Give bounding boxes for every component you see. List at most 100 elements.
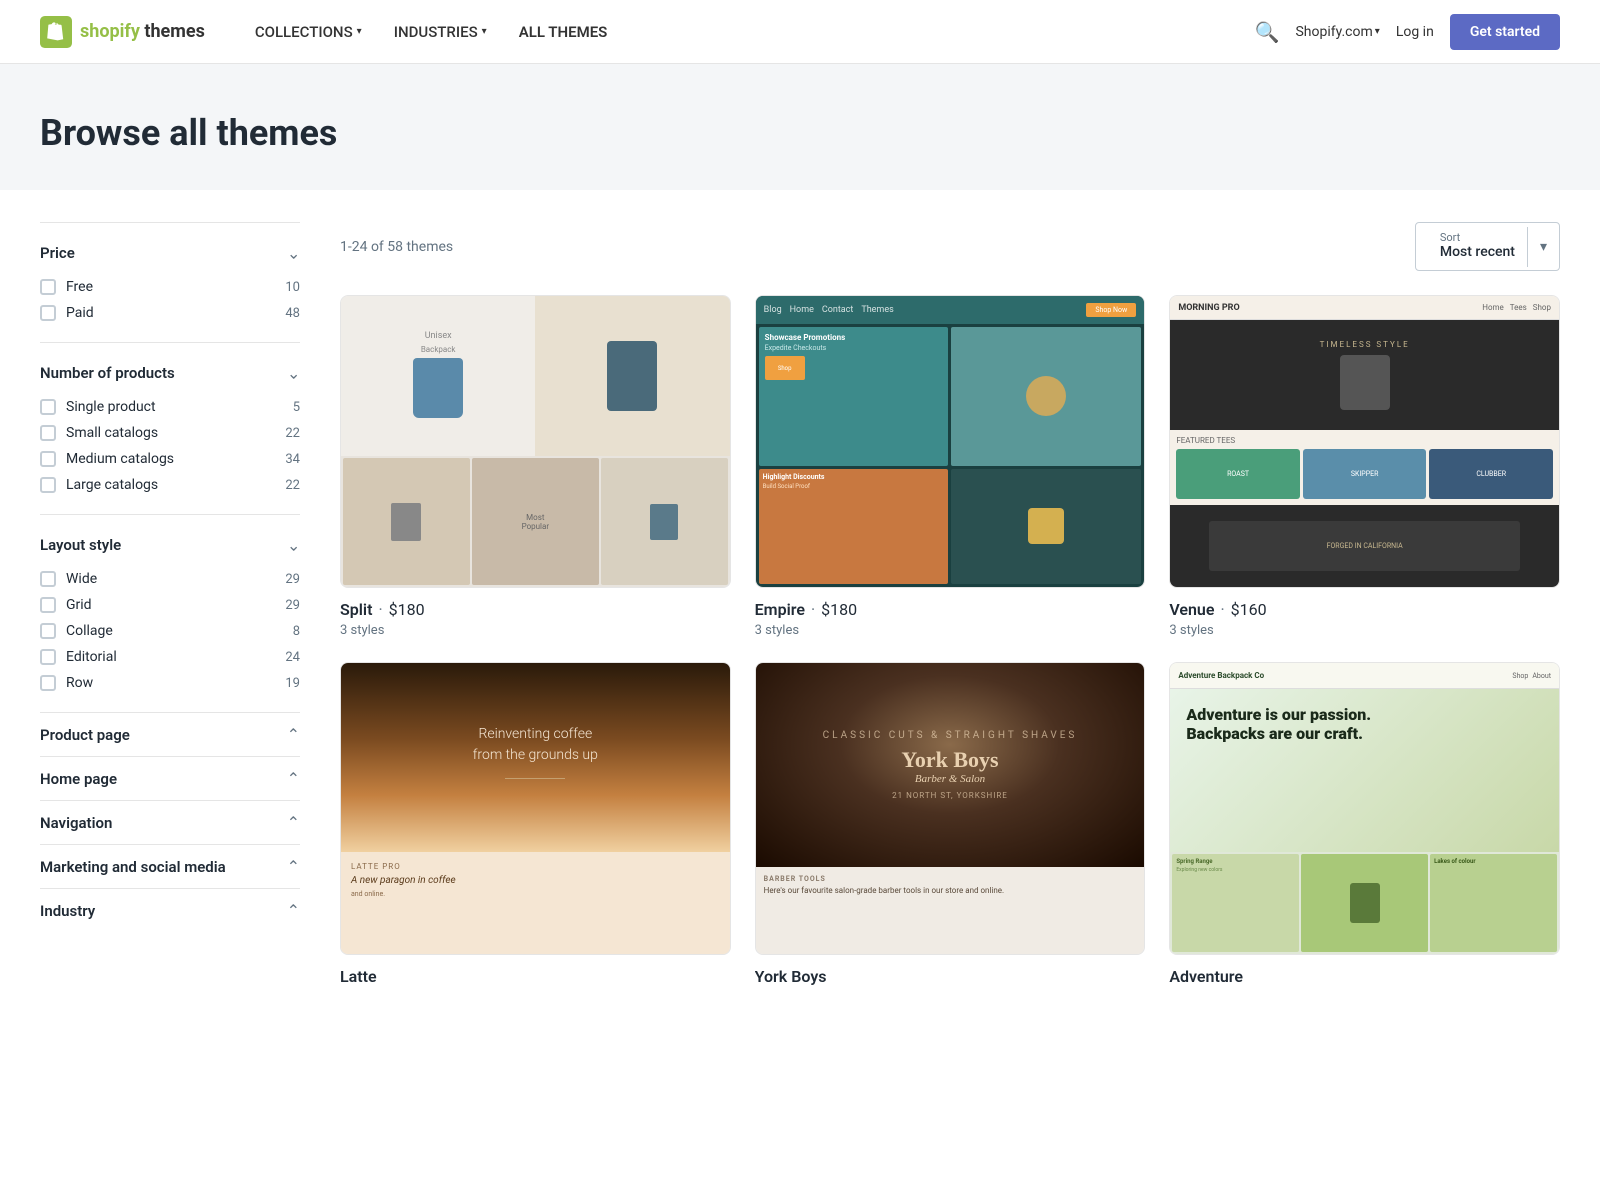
filter-label-grid: Grid (66, 597, 92, 613)
filter-count-wide: 29 (285, 572, 300, 587)
theme-count: 1-24 of 58 themes (340, 239, 453, 255)
checkbox-large[interactable] (40, 477, 56, 493)
filter-label-row: Row (66, 675, 93, 691)
filter-option-free[interactable]: Free 10 (40, 274, 300, 300)
filter-navigation-toggle[interactable]: Navigation ⌃ (40, 809, 300, 836)
filter-marketing-section: Marketing and social media ⌃ (40, 844, 300, 888)
filter-navigation-section: Navigation ⌃ (40, 800, 300, 844)
filter-option-medium[interactable]: Medium catalogs 34 (40, 446, 300, 472)
checkbox-grid[interactable] (40, 597, 56, 613)
theme-info-empire: Empire · $180 3 styles (755, 588, 1146, 638)
shopify-com-link[interactable]: Shopify.com ▾ (1295, 24, 1379, 40)
filter-layout-section: Layout style ⌃ Wide 29 Grid 29 (40, 514, 300, 712)
filter-industry-section: Industry ⌃ (40, 888, 300, 932)
filter-count-small: 22 (285, 426, 300, 441)
logo[interactable]: shopify themes (40, 16, 205, 48)
filter-count-large: 22 (285, 478, 300, 493)
navbar: shopify themes COLLECTIONS ▾ INDUSTRIES … (0, 0, 1600, 64)
filter-count-paid: 48 (285, 306, 300, 321)
chevron-down-icon: ⌃ (287, 901, 300, 920)
theme-info-adventure: Adventure (1169, 955, 1560, 986)
checkbox-editorial[interactable] (40, 649, 56, 665)
theme-card-york[interactable]: CLASSIC CUTS & STRAIGHT SHAVES York Boys… (755, 662, 1146, 990)
theme-styles-split: 3 styles (340, 623, 731, 638)
filter-option-row[interactable]: Row 19 (40, 670, 300, 696)
filter-marketing-toggle[interactable]: Marketing and social media ⌃ (40, 853, 300, 880)
checkbox-paid[interactable] (40, 305, 56, 321)
filter-option-single[interactable]: Single product 5 (40, 394, 300, 420)
chevron-down-icon: ⌃ (287, 725, 300, 744)
checkbox-row[interactable] (40, 675, 56, 691)
theme-image-york: CLASSIC CUTS & STRAIGHT SHAVES York Boys… (755, 662, 1146, 955)
chevron-down-icon: ▾ (1375, 26, 1380, 37)
filter-price-toggle[interactable]: Price ⌃ (40, 239, 300, 266)
filter-price-options: Free 10 Paid 48 (40, 274, 300, 326)
filter-option-wide[interactable]: Wide 29 (40, 566, 300, 592)
filter-count-single: 5 (293, 400, 300, 415)
filter-option-editorial[interactable]: Editorial 24 (40, 644, 300, 670)
content-header: 1-24 of 58 themes Sort Most recent ▾ (340, 222, 1560, 271)
filter-home-page-toggle[interactable]: Home page ⌃ (40, 765, 300, 792)
theme-name-empire: Empire (755, 600, 805, 619)
theme-card-adventure[interactable]: Adventure Backpack Co Shop About Adventu… (1169, 662, 1560, 990)
checkbox-single[interactable] (40, 399, 56, 415)
checkbox-small[interactable] (40, 425, 56, 441)
nav-collections[interactable]: COLLECTIONS ▾ (241, 15, 376, 49)
nav-right: 🔍 Shopify.com ▾ Log in Get started (1255, 14, 1560, 50)
filter-industry-label: Industry (40, 902, 95, 920)
filter-option-small[interactable]: Small catalogs 22 (40, 420, 300, 446)
chevron-down-icon: ▾ (357, 26, 362, 37)
get-started-button[interactable]: Get started (1450, 14, 1560, 50)
checkbox-free[interactable] (40, 279, 56, 295)
filter-layout-toggle[interactable]: Layout style ⌃ (40, 531, 300, 558)
theme-styles-venue: 3 styles (1169, 623, 1560, 638)
theme-name-latte: Latte (340, 967, 377, 986)
filter-label-large: Large catalogs (66, 477, 158, 493)
filter-option-collage[interactable]: Collage 8 (40, 618, 300, 644)
theme-price-split: $180 (389, 600, 425, 619)
filter-count-editorial: 24 (285, 650, 300, 665)
filter-option-large[interactable]: Large catalogs 22 (40, 472, 300, 498)
filter-label-collage: Collage (66, 623, 113, 639)
filter-count-grid: 29 (285, 598, 300, 613)
logo-shopify-text: shopify themes (80, 21, 205, 42)
filter-product-page-label: Product page (40, 726, 130, 744)
nav-industries[interactable]: INDUSTRIES ▾ (380, 15, 501, 49)
chevron-up-icon: ⌃ (287, 243, 300, 262)
login-link[interactable]: Log in (1396, 24, 1434, 40)
theme-name-venue: Venue (1169, 600, 1214, 619)
checkbox-wide[interactable] (40, 571, 56, 587)
search-icon[interactable]: 🔍 (1255, 20, 1280, 44)
filter-count-medium: 34 (285, 452, 300, 467)
filter-num-products-options: Single product 5 Small catalogs 22 Mediu… (40, 394, 300, 498)
sort-control[interactable]: Sort Most recent ▾ (1415, 222, 1560, 271)
checkbox-collage[interactable] (40, 623, 56, 639)
themes-content: 1-24 of 58 themes Sort Most recent ▾ (340, 222, 1560, 990)
filter-option-grid[interactable]: Grid 29 (40, 592, 300, 618)
theme-card-latte[interactable]: Reinventing coffeefrom the grounds up LA… (340, 662, 731, 990)
filter-industry-toggle[interactable]: Industry ⌃ (40, 897, 300, 924)
nav-all-themes[interactable]: ALL THEMES (505, 15, 622, 49)
theme-name-york: York Boys (755, 967, 827, 986)
filter-layout-options: Wide 29 Grid 29 Collage 8 (40, 566, 300, 696)
sort-dropdown-icon[interactable]: ▾ (1528, 239, 1559, 255)
theme-card-empire[interactable]: Blog Home Contact Themes Shop Now Showca… (755, 295, 1146, 638)
filter-home-page-label: Home page (40, 770, 117, 788)
filter-product-page-section: Product page ⌃ (40, 712, 300, 756)
shopify-bag-icon (40, 16, 72, 48)
theme-card-split[interactable]: Unisex Backpack (340, 295, 731, 638)
filter-label-wide: Wide (66, 571, 97, 587)
checkbox-medium[interactable] (40, 451, 56, 467)
filter-label-paid: Paid (66, 305, 94, 321)
filter-label-free: Free (66, 279, 93, 295)
filter-num-products-toggle[interactable]: Number of products ⌃ (40, 359, 300, 386)
filter-option-paid[interactable]: Paid 48 (40, 300, 300, 326)
hero-section: Browse all themes (0, 64, 1600, 190)
chevron-down-icon: ⌃ (287, 813, 300, 832)
filter-count-free: 10 (285, 280, 300, 295)
theme-name-adventure: Adventure (1169, 967, 1243, 986)
theme-card-venue[interactable]: MORNING PRO Home Tees Shop TIMELESS STYL… (1169, 295, 1560, 638)
sidebar-filters: Price ⌃ Free 10 Paid 48 (40, 222, 300, 990)
chevron-down-icon: ⌃ (287, 857, 300, 876)
filter-product-page-toggle[interactable]: Product page ⌃ (40, 721, 300, 748)
